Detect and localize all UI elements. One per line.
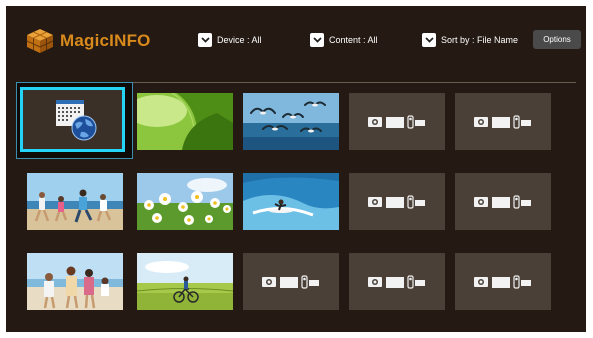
- chevron-down-icon: [310, 33, 324, 47]
- grid-item-image[interactable]: [137, 253, 233, 310]
- grid-item-image[interactable]: [137, 93, 233, 150]
- photo-icon: [368, 276, 382, 287]
- video-icon: [386, 116, 404, 128]
- device-filter[interactable]: Device : All: [198, 33, 262, 47]
- daisies-image: [137, 173, 233, 230]
- music-icon: [407, 114, 425, 129]
- photo-icon: [368, 196, 382, 207]
- app-logo: MagicINFO: [26, 28, 151, 54]
- photo-icon: [474, 116, 488, 127]
- photo-icon: [368, 116, 382, 127]
- grid-item-image[interactable]: [27, 253, 123, 310]
- media-type-icons: [368, 274, 425, 289]
- cyclist-image: [137, 253, 233, 310]
- photo-icon: [474, 196, 488, 207]
- grid-item-placeholder[interactable]: [455, 173, 551, 230]
- grid-item-image[interactable]: [137, 173, 233, 230]
- grid-item-placeholder[interactable]: [349, 253, 445, 310]
- family-running-image: [27, 173, 123, 230]
- app-title: MagicINFO: [60, 31, 151, 50]
- music-icon: [513, 114, 531, 129]
- chevron-down-icon: [198, 33, 212, 47]
- media-type-icons: [474, 274, 531, 289]
- grid-item-placeholder[interactable]: [455, 93, 551, 150]
- music-icon: [513, 194, 531, 209]
- leaves-image: [137, 93, 233, 150]
- chevron-down-icon: [422, 33, 436, 47]
- video-icon: [492, 116, 510, 128]
- grid-item-placeholder[interactable]: [349, 173, 445, 230]
- options-button[interactable]: Options: [533, 30, 581, 49]
- cube-icon: [26, 29, 54, 53]
- device-filter-label: Device : All: [217, 35, 262, 45]
- media-type-icons: [474, 194, 531, 209]
- sort-filter-label: Sort by : File Name: [441, 35, 519, 45]
- calendar-globe-icon: [56, 100, 97, 141]
- family-beach-image: [27, 253, 123, 310]
- grid-item-image[interactable]: [27, 173, 123, 230]
- surfer-image: [243, 173, 339, 230]
- magicinfo-screen: MagicINFO Device : All Content : All Sor…: [6, 6, 586, 332]
- grid-item-placeholder[interactable]: [349, 93, 445, 150]
- photo-icon: [474, 276, 488, 287]
- grid-item-schedule[interactable]: [20, 87, 125, 152]
- video-icon: [280, 276, 298, 288]
- grid-item-image[interactable]: [243, 173, 339, 230]
- music-icon: [301, 274, 319, 289]
- media-type-icons: [368, 114, 425, 129]
- media-type-icons: [474, 114, 531, 129]
- content-filter-label: Content : All: [329, 35, 378, 45]
- music-icon: [407, 194, 425, 209]
- music-icon: [407, 274, 425, 289]
- sort-filter[interactable]: Sort by : File Name: [422, 33, 518, 47]
- seagulls-image: [243, 93, 339, 150]
- music-icon: [513, 274, 531, 289]
- content-filter[interactable]: Content : All: [310, 33, 378, 47]
- photo-icon: [262, 276, 276, 287]
- video-icon: [492, 196, 510, 208]
- grid-item-placeholder[interactable]: [243, 253, 339, 310]
- grid-item-image[interactable]: [243, 93, 339, 150]
- media-type-icons: [368, 194, 425, 209]
- media-type-icons: [262, 274, 319, 289]
- video-icon: [492, 276, 510, 288]
- grid-item-placeholder[interactable]: [455, 253, 551, 310]
- video-icon: [386, 196, 404, 208]
- video-icon: [386, 276, 404, 288]
